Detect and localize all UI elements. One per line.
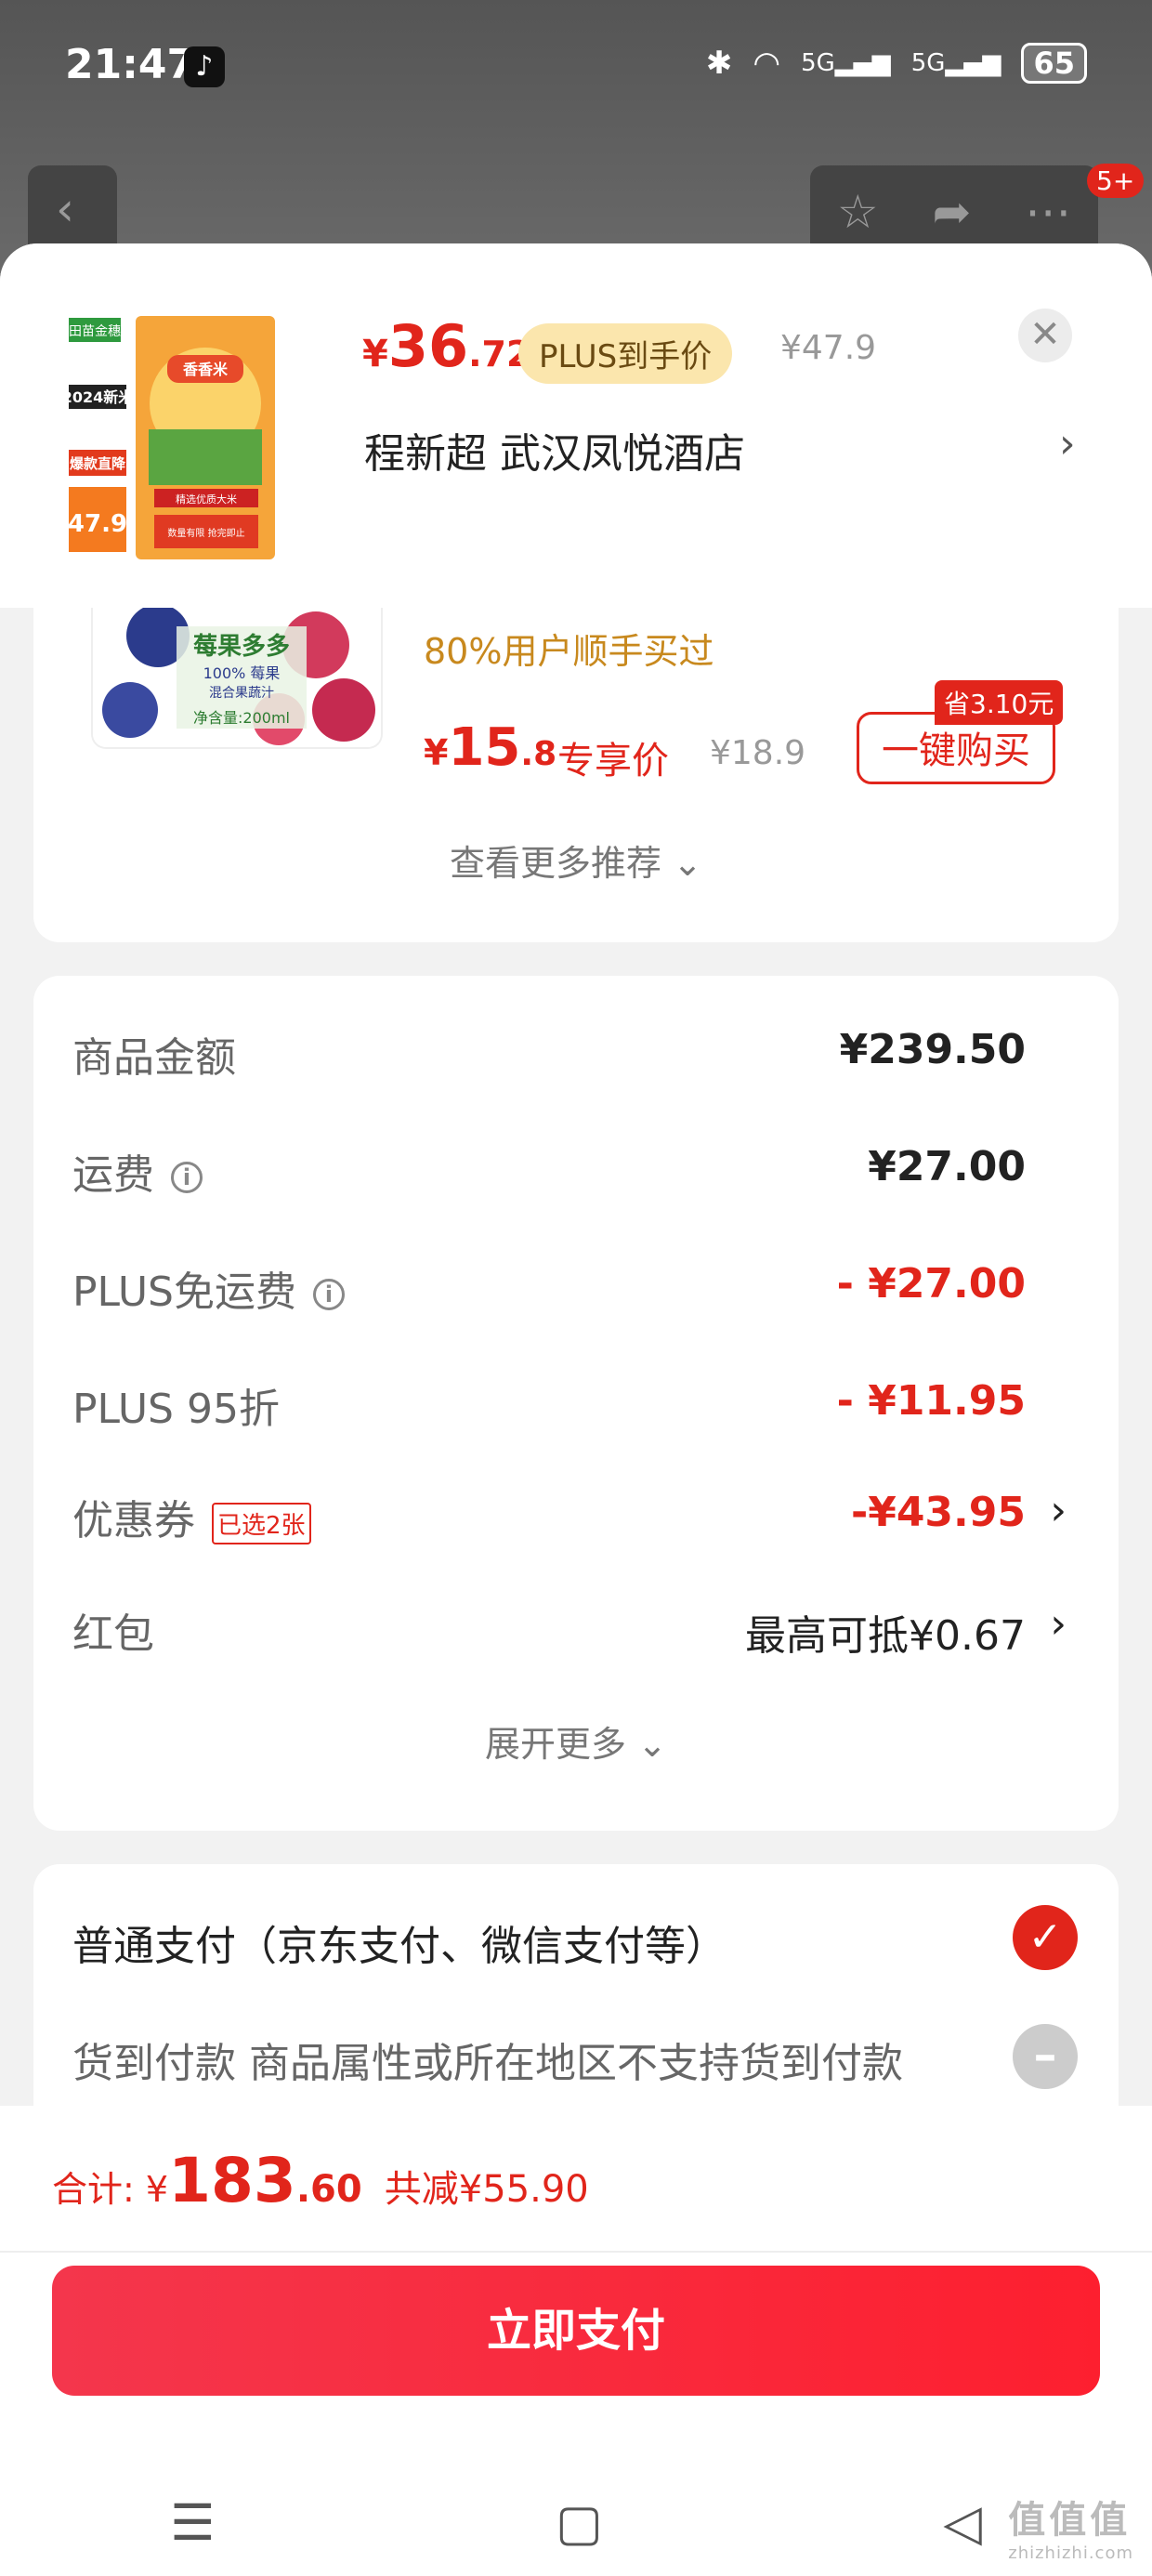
- more-recommendations-link[interactable]: 查看更多推荐 ⌄: [33, 835, 1119, 886]
- rec-img-volume: 净含量:200ml: [193, 709, 290, 727]
- close-icon: ✕: [1029, 313, 1061, 356]
- summary-row-shipping: 运费 i ¥27.00: [72, 1132, 1067, 1206]
- total-discount: 共减¥55.90: [384, 2168, 589, 2211]
- summary-value: ¥239.50: [839, 1026, 1026, 1073]
- product-thumbnail: 田苗金穗 2024新米 爆款直降 47.9 香香米 精选优质大米 数量有限 抢完…: [65, 310, 325, 571]
- back-icon[interactable]: ◁: [943, 2493, 982, 2552]
- expand-more-link[interactable]: 展开更多 ⌄: [33, 1715, 1119, 1767]
- thumb-price: 47.9: [68, 510, 127, 538]
- status-time: 21:47: [65, 41, 196, 88]
- coupon-selected-tag: 已选2张: [212, 1502, 311, 1544]
- home-icon[interactable]: ▢: [556, 2493, 603, 2552]
- menu-icon[interactable]: ☰: [170, 2493, 215, 2552]
- thumb-seal-2: 数量有限 抢完即止: [167, 527, 244, 539]
- star-icon[interactable]: ☆: [837, 185, 879, 239]
- total-amount: 合计: ¥183.60 共减¥55.90: [52, 2145, 589, 2216]
- recommend-original-price: ¥18.9: [710, 734, 806, 772]
- tiktok-icon: ♪: [184, 46, 225, 87]
- summary-value: - ¥11.95: [836, 1377, 1026, 1425]
- summary-row-plus-discount: PLUS 95折 - ¥11.95: [72, 1366, 1067, 1440]
- summary-label: PLUS免运费 i: [72, 1258, 345, 1318]
- summary-label: 红包: [72, 1610, 154, 1658]
- share-icon[interactable]: ➦: [932, 185, 971, 239]
- thumb-promo: 爆款直降: [70, 455, 126, 472]
- disabled-icon: –: [1013, 2024, 1078, 2089]
- save-badge: 省3.10元: [935, 680, 1064, 725]
- system-nav-bar: ☰ ▢ ◁: [0, 2468, 1152, 2576]
- product-header: 田苗金穗 2024新米 爆款直降 47.9 香香米 精选优质大米 数量有限 抢完…: [0, 243, 1152, 608]
- signal-icon: 5G▂▄▆: [910, 49, 1001, 77]
- checkout-footer: 合计: ¥183.60 共减¥55.90 立即支付 ☰ ▢ ◁ 值值值 zhizh…: [0, 2106, 1152, 2576]
- signal-icon: 5G▂▄▆: [801, 49, 891, 77]
- summary-row-red-packet[interactable]: 红包 最高可抵¥0.67 ›: [72, 1591, 1067, 1665]
- check-icon[interactable]: ✓: [1013, 1905, 1078, 1970]
- plus-price-tag: PLUS到手价: [518, 323, 733, 384]
- recommend-price: ¥15.8: [424, 717, 557, 778]
- thumb-seal-1: 精选优质大米: [176, 493, 237, 506]
- rec-img-sub: 100% 莓果: [203, 664, 281, 682]
- summary-value: 最高可抵¥0.67: [745, 1612, 1026, 1660]
- close-button[interactable]: ✕: [1018, 309, 1072, 362]
- divider: [0, 2251, 1152, 2253]
- summary-label: 商品金额: [72, 1034, 236, 1082]
- chevron-right-icon: ›: [1050, 1487, 1067, 1534]
- wifi-icon: ◠: [753, 45, 781, 82]
- thumb-brand: 田苗金穗: [69, 324, 121, 339]
- thumb-pack: 香香米: [182, 361, 229, 378]
- recommended-product-image[interactable]: 莓果多多 100% 莓果 混合果蔬汁 净含量:200ml: [91, 608, 383, 749]
- checkout-sheet: 田苗金穗 2024新米 爆款直降 47.9 香香米 精选优质大米 数量有限 抢完…: [0, 243, 1152, 2576]
- cart-badge: 5+: [1087, 164, 1145, 198]
- pay-now-button[interactable]: 立即支付: [52, 2266, 1100, 2396]
- order-summary-card: 商品金额 ¥239.50 运费 i ¥27.00 PLUS免运费 i - ¥27.0…: [33, 976, 1119, 1831]
- thumb-title: 2024新米: [65, 388, 134, 406]
- recommend-sold-text: 80%用户顺手买过: [424, 631, 714, 672]
- summary-value: -¥43.95: [850, 1489, 1026, 1536]
- summary-label: PLUS 95折: [72, 1386, 280, 1433]
- status-bar: 21:47 ♪ ✱ ◠ 5G▂▄▆ 5G▂▄▆ 65: [0, 0, 1152, 139]
- chevron-right-icon[interactable]: ›: [1059, 420, 1076, 467]
- more-icon[interactable]: ⋯: [1025, 185, 1071, 239]
- summary-row-coupon[interactable]: 优惠券 已选2张 -¥43.95 ›: [72, 1478, 1067, 1552]
- rec-img-sub2: 混合果蔬汁: [209, 686, 274, 701]
- summary-value: ¥27.00: [868, 1143, 1026, 1190]
- battery-icon: 65: [1021, 43, 1087, 84]
- summary-row-goods: 商品金额 ¥239.50: [72, 1015, 1067, 1089]
- product-price: ¥36.72: [362, 312, 531, 380]
- watermark: 值值值 zhizhizhi.com: [1008, 2499, 1133, 2563]
- payment-option-cod: 货到付款 商品属性或所在地区不支持货到付款: [72, 2040, 903, 2087]
- summary-label: 运费 i: [72, 1141, 203, 1201]
- exclusive-price-label: 专享价: [557, 740, 669, 782]
- payment-option-normal[interactable]: 普通支付（京东支付、微信支付等）: [72, 1912, 727, 1972]
- delivery-address[interactable]: 程新超 武汉凤悦酒店: [364, 420, 745, 480]
- info-icon[interactable]: i: [171, 1162, 203, 1193]
- bluetooth-icon: ✱: [705, 45, 733, 82]
- chevron-right-icon: ›: [1050, 1600, 1067, 1648]
- info-icon[interactable]: i: [313, 1279, 345, 1310]
- original-price: ¥47.9: [780, 329, 877, 367]
- summary-label: 优惠券 已选2张: [72, 1487, 311, 1546]
- payment-method-card: 普通支付（京东支付、微信支付等） ✓ 货到付款 商品属性或所在地区不支持货到付款…: [33, 1864, 1119, 2143]
- summary-row-plus-shipping: PLUS免运费 i - ¥27.00: [72, 1249, 1067, 1323]
- recommendation-card: 莓果多多 100% 莓果 混合果蔬汁 净含量:200ml 80%用户顺手买过 ¥…: [33, 608, 1119, 942]
- chevron-left-icon: ‹: [56, 182, 74, 236]
- rec-img-title: 莓果多多: [193, 633, 290, 661]
- summary-value: - ¥27.00: [836, 1260, 1026, 1308]
